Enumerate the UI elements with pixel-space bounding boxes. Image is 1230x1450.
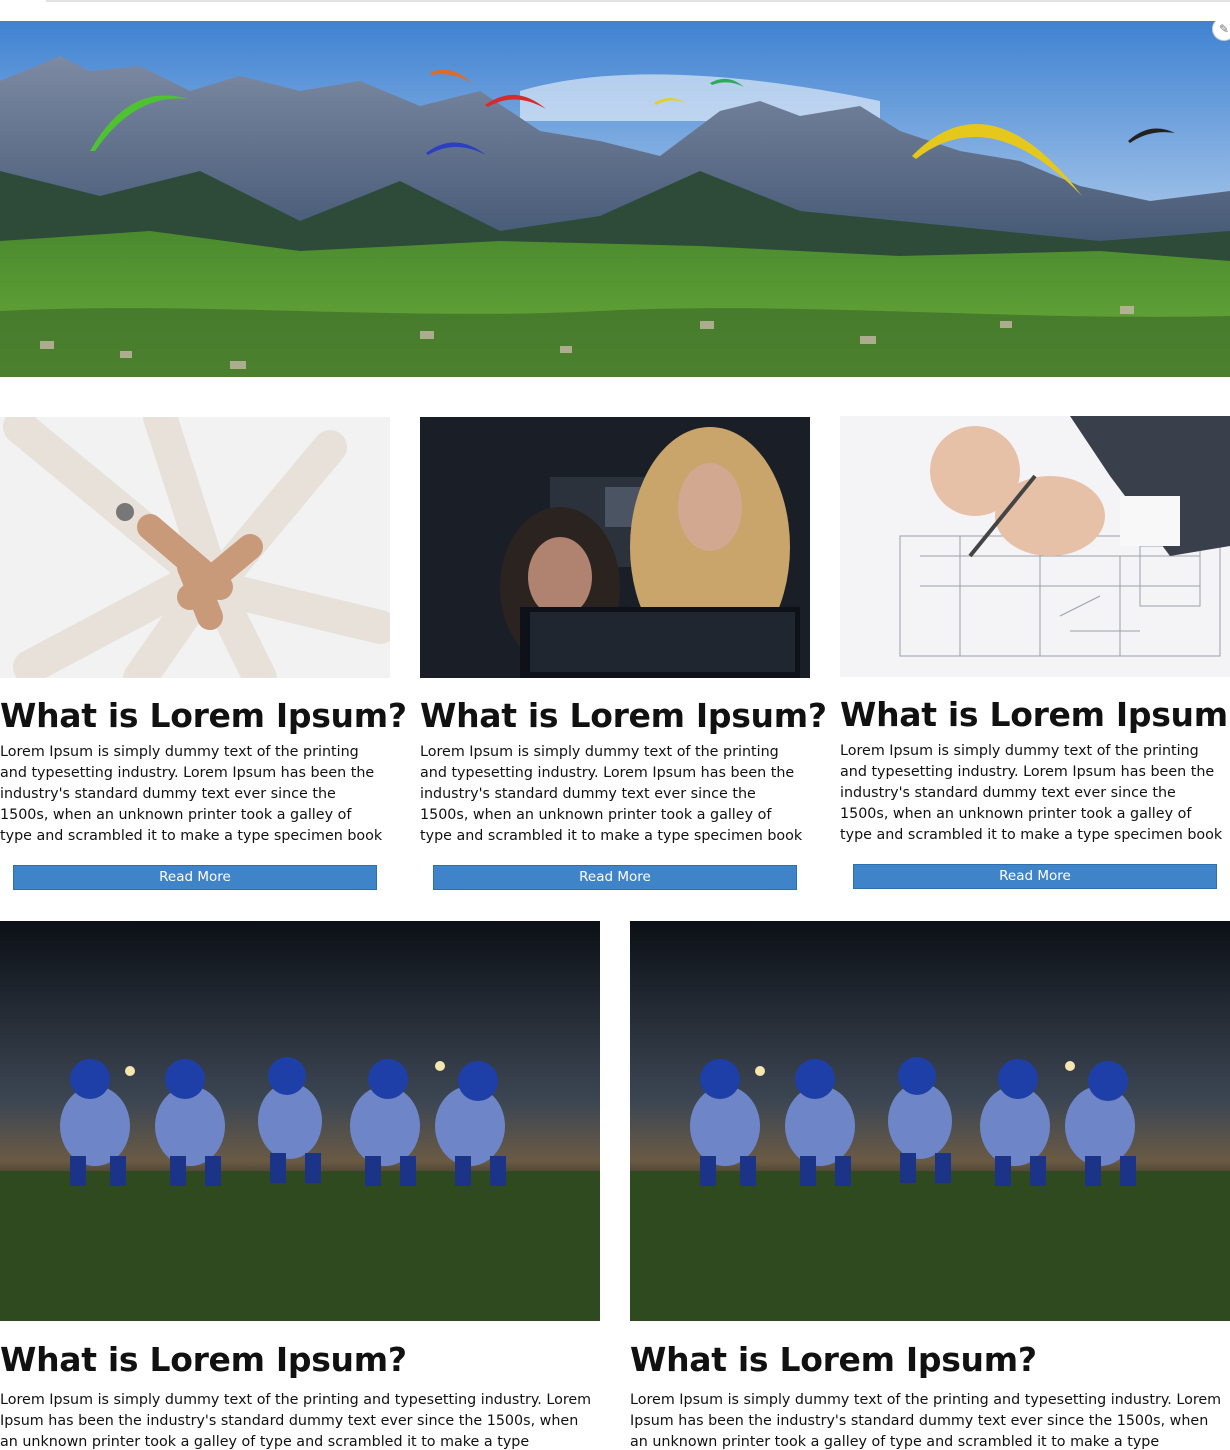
card-body: Lorem Ipsum is simply dummy text of the … <box>0 744 383 844</box>
teamwork-hands-image <box>0 417 390 678</box>
card-body: Lorem Ipsum is simply dummy text of the … <box>840 743 1223 843</box>
top-divider <box>46 0 1230 2</box>
card-body: Lorem Ipsum is simply dummy text of the … <box>630 1392 1222 1450</box>
wide-article-card-2: What is Lorem Ipsum? Lorem Ipsum is simp… <box>630 921 1230 1450</box>
article-card-3: What is Lorem Ipsum? Lorem Ipsum is simp… <box>840 416 1230 889</box>
read-more-button[interactable]: Read More <box>433 865 797 890</box>
card-title: What is Lorem Ipsum? <box>630 1340 1037 1379</box>
card-title: What is Lorem Ipsum? <box>420 696 827 735</box>
blueprint-drawing-image <box>840 416 1230 677</box>
hero-landscape-image <box>0 21 1230 377</box>
article-card-2: What is Lorem Ipsum? Lorem Ipsum is simp… <box>420 417 827 890</box>
read-more-button[interactable]: Read More <box>853 864 1217 889</box>
wide-article-card-1: What is Lorem Ipsum? Lorem Ipsum is simp… <box>0 921 600 1450</box>
card-title: What is Lorem Ipsum? <box>0 1340 407 1379</box>
hero-banner: ✎ <box>0 21 1230 377</box>
football-players-image <box>0 921 600 1321</box>
card-body: Lorem Ipsum is simply dummy text of the … <box>0 1392 592 1450</box>
card-body: Lorem Ipsum is simply dummy text of the … <box>420 744 803 844</box>
women-at-computer-image <box>420 417 810 678</box>
read-more-button[interactable]: Read More <box>13 865 377 890</box>
football-players-image <box>630 921 1230 1321</box>
article-card-1: What is Lorem Ipsum? Lorem Ipsum is simp… <box>0 417 407 890</box>
card-title: What is Lorem Ipsum? <box>840 695 1230 734</box>
card-title: What is Lorem Ipsum? <box>0 696 407 735</box>
